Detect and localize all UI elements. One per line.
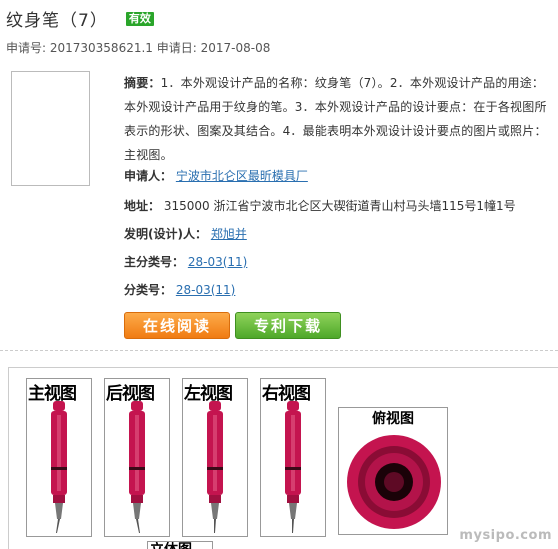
watermark: mysipo.com: [459, 528, 552, 543]
inventor-row: 发明(设计)人： 郑旭并: [124, 225, 554, 242]
read-online-button[interactable]: 在线阅读: [124, 312, 230, 339]
address-value: 315000 浙江省宁波市北仑区大碶街道青山村马头墙115号1幢1号: [163, 199, 516, 213]
section-divider: [0, 350, 558, 351]
top-view[interactable]: 俯视图: [338, 407, 448, 535]
class-label: 分类号：: [124, 283, 173, 297]
perspective-view-label: 立体图: [150, 542, 192, 549]
perspective-view-partial[interactable]: 立体图: [147, 541, 213, 549]
abstract-label: 摘要：: [124, 76, 161, 90]
main-class-label: 主分类号：: [124, 255, 185, 269]
applicant-link[interactable]: 宁波市北仑区最昕模具厂: [176, 169, 308, 183]
status-badge: 有效: [125, 11, 154, 26]
top-view-label: 俯视图: [372, 411, 414, 427]
pen-top-image: [347, 435, 441, 529]
back-view[interactable]: 后视图: [104, 378, 170, 537]
abstract-text: 1．本外观设计产品的名称：纹身笔（7）。2．本外观设计产品的用途：本外观设计产品…: [124, 76, 547, 162]
application-meta: 申请号: 201730358621.1 申请日: 2017-08-08: [6, 41, 271, 55]
class-row: 分类号： 28-03(11): [124, 281, 554, 298]
pen-back-image: [129, 401, 145, 533]
inventor-link[interactable]: 郑旭并: [211, 227, 247, 241]
title-row: 纹身笔（7） 有效: [6, 6, 154, 31]
main-class-link[interactable]: 28-03(11): [188, 255, 248, 269]
page-title: 纹身笔（7）: [6, 11, 108, 31]
main-class-row: 主分类号： 28-03(11): [124, 253, 554, 270]
inventor-label: 发明(设计)人：: [124, 227, 207, 241]
applicant-label: 申请人：: [124, 169, 173, 183]
pen-front-image: [51, 401, 67, 533]
pen-right-image: [285, 401, 301, 533]
pen-left-image: [207, 401, 223, 533]
address-label: 地址：: [124, 199, 161, 213]
front-view[interactable]: 主视图: [26, 378, 92, 537]
left-view[interactable]: 左视图: [182, 378, 248, 537]
patent-download-button[interactable]: 专利下载: [235, 312, 341, 339]
patent-thumbnail[interactable]: [11, 71, 90, 186]
address-row: 地址： 315000 浙江省宁波市北仑区大碶街道青山村马头墙115号1幢1号: [124, 197, 554, 214]
abstract: 摘要：1．本外观设计产品的名称：纹身笔（7）。2．本外观设计产品的用途：本外观设…: [124, 71, 554, 167]
applicant-row: 申请人： 宁波市北仑区最昕模具厂: [124, 167, 554, 184]
class-link[interactable]: 28-03(11): [176, 283, 236, 297]
right-view[interactable]: 右视图: [260, 378, 326, 537]
